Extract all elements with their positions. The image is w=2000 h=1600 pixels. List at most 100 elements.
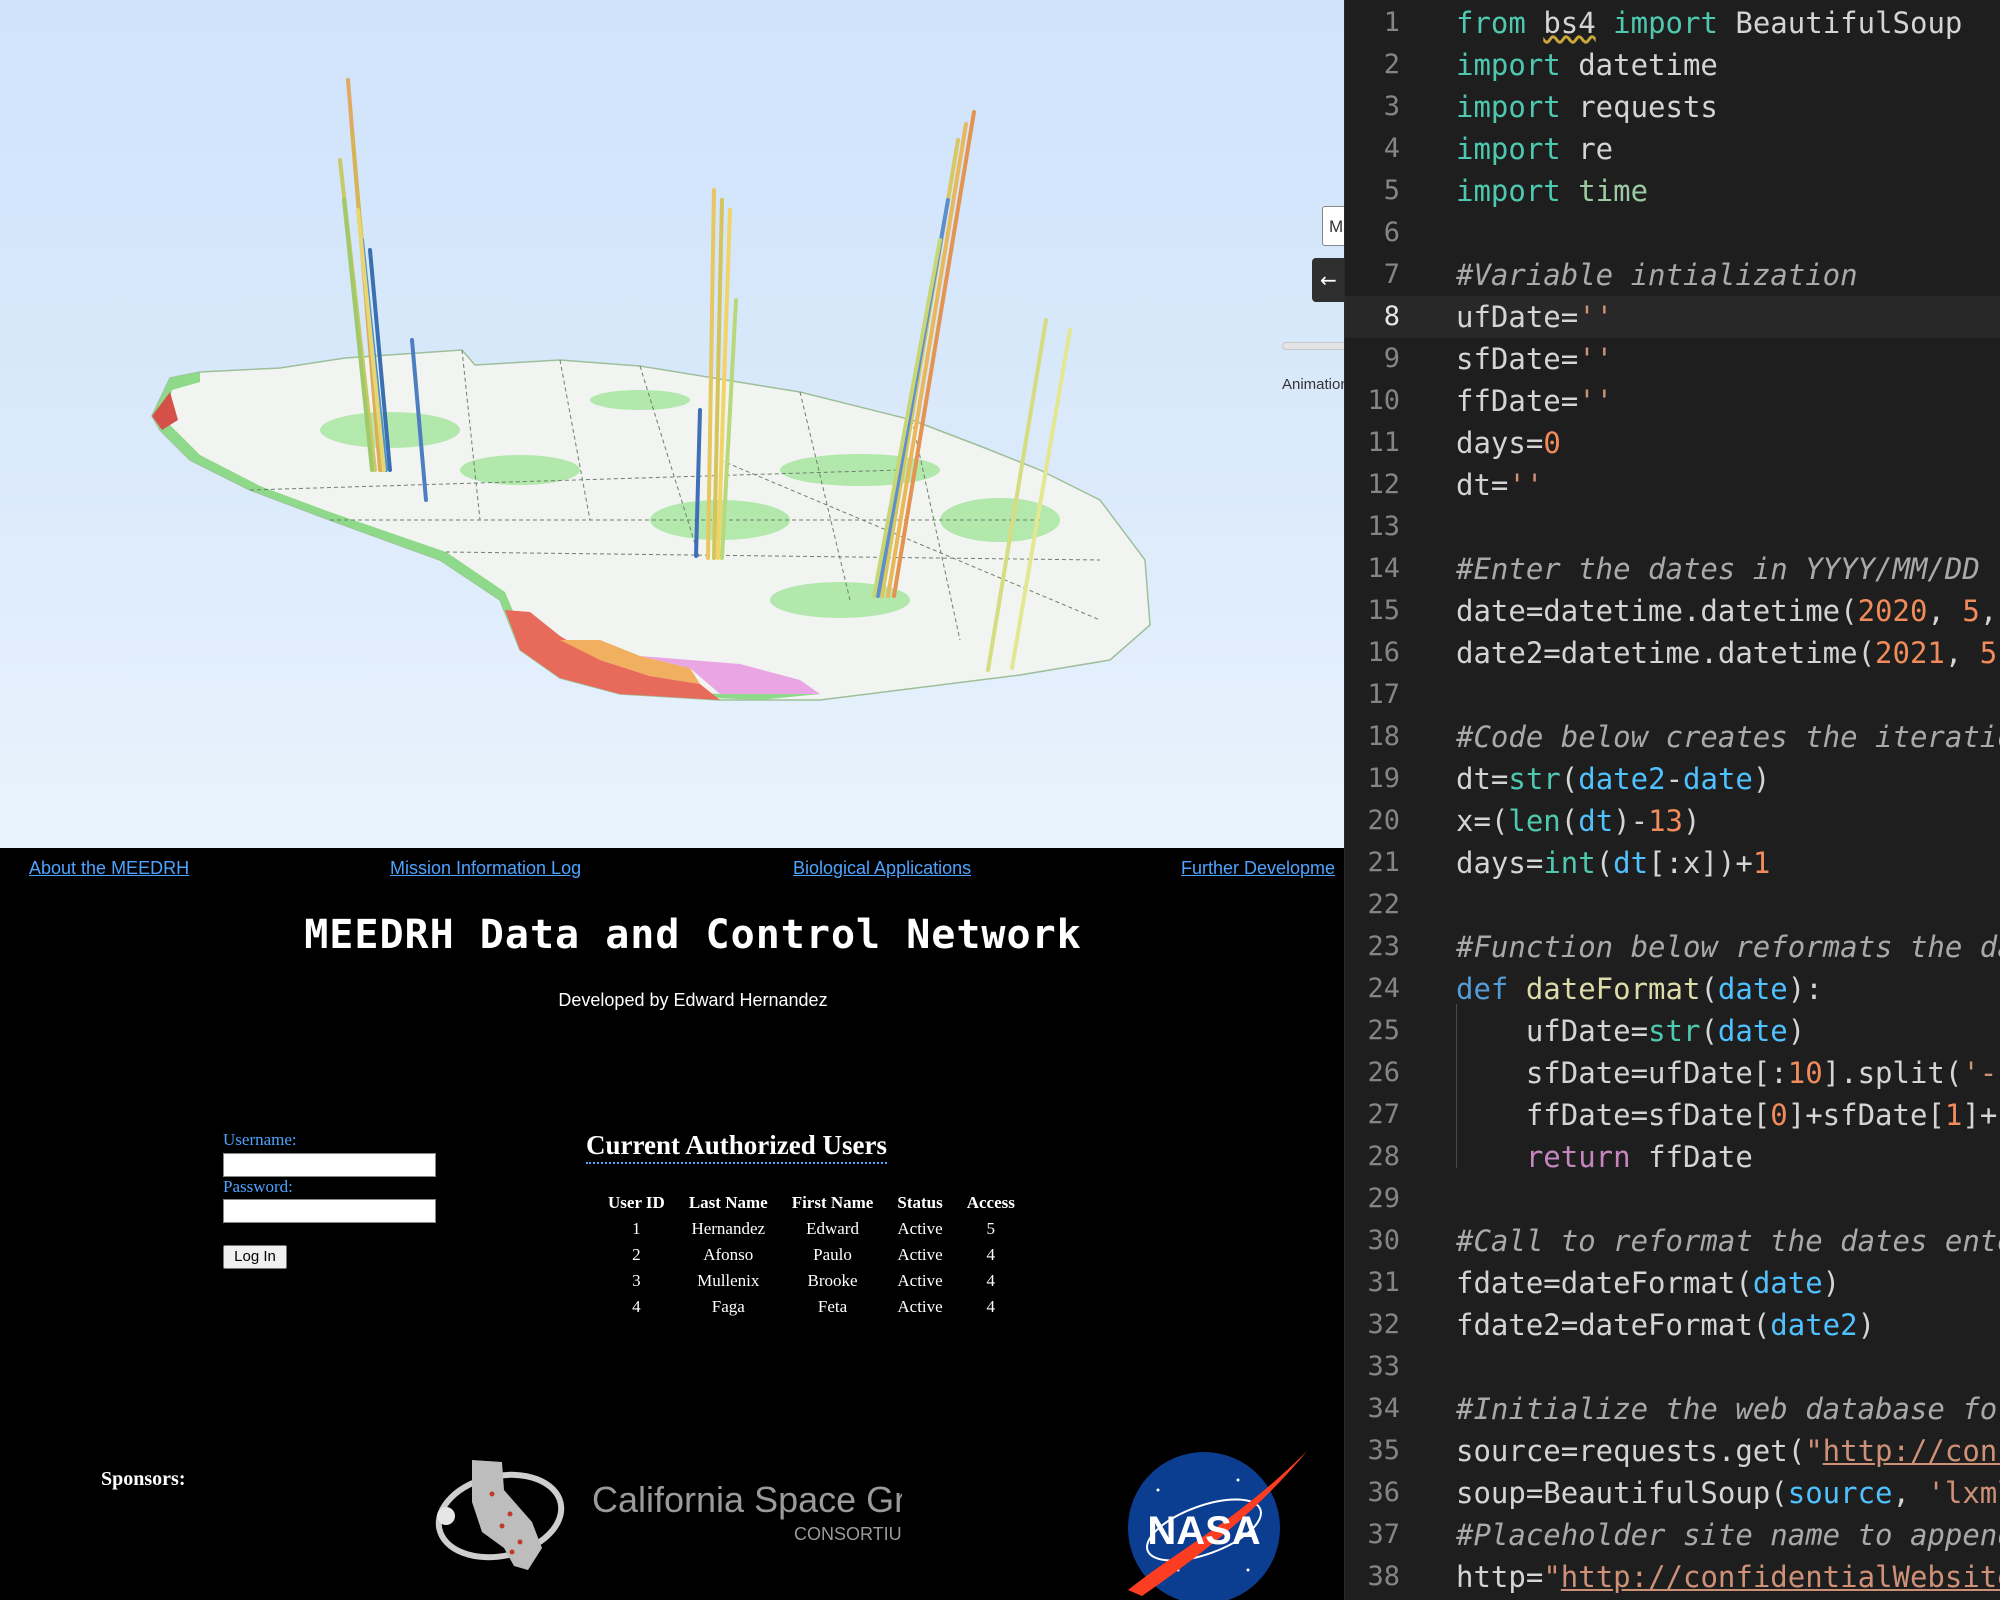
code-text[interactable]: import requests xyxy=(1456,86,1718,128)
code-text[interactable]: #Initialize the web database for xyxy=(1456,1388,2000,1430)
code-text[interactable]: ffDate=sfDate[0]+sfDate[1]+sf xyxy=(1456,1094,2000,1136)
code-line[interactable]: 10 ffDate='' xyxy=(1345,380,2000,422)
code-token: str xyxy=(1648,1014,1701,1048)
code-text[interactable]: def dateFormat(date): xyxy=(1456,968,1823,1010)
code-text[interactable]: x=(len(dt)-13) xyxy=(1456,800,1700,842)
code-text[interactable]: dt=str(date2-date) xyxy=(1456,758,1770,800)
code-line[interactable]: 31 fdate=dateFormat(date) xyxy=(1345,1262,2000,1304)
column-header: Status xyxy=(897,1193,943,1212)
code-line[interactable]: 37 #Placeholder site name to append xyxy=(1345,1514,2000,1556)
code-line[interactable]: 8 ufDate='' xyxy=(1345,296,2000,338)
code-line[interactable]: 24 def dateFormat(date): xyxy=(1345,968,2000,1010)
code-text[interactable]: #Placeholder site name to append xyxy=(1456,1514,2000,1556)
code-token: ]+sfDate[ xyxy=(1787,1098,1945,1132)
map-search-input[interactable]: M xyxy=(1322,206,1344,246)
code-line[interactable]: 5 import time xyxy=(1345,170,2000,212)
code-token: bs4 xyxy=(1543,6,1596,40)
code-line[interactable]: 21 days=int(dt[:x])+1 xyxy=(1345,842,2000,884)
code-token: 0 xyxy=(1770,1098,1788,1132)
code-line[interactable]: 32 fdate2=dateFormat(date2) xyxy=(1345,1304,2000,1346)
column-header: Last Name xyxy=(688,1193,768,1212)
table-row: 2 Afonso Paulo Active 4 xyxy=(596,1242,1027,1268)
code-token: date xyxy=(1683,762,1753,796)
code-line[interactable]: 9 sfDate='' xyxy=(1345,338,2000,380)
code-text[interactable]: days=int(dt[:x])+1 xyxy=(1456,842,1770,884)
code-text[interactable]: source=requests.get("http://confi xyxy=(1456,1430,2000,1472)
code-line[interactable]: 4 import re xyxy=(1345,128,2000,170)
code-text[interactable]: ffDate='' xyxy=(1456,380,1613,422)
code-token: ].split( xyxy=(1822,1056,1963,1090)
code-text[interactable]: return ffDate xyxy=(1456,1136,1753,1178)
table-cell: 4 xyxy=(986,1271,996,1290)
code-token: ( xyxy=(1560,762,1579,796)
animation-slider[interactable] xyxy=(1282,342,1344,350)
code-line[interactable]: 26 sfDate=ufDate[:10].split('-') xyxy=(1345,1052,2000,1094)
code-line[interactable]: 3 import requests xyxy=(1345,86,2000,128)
users-table-title: Current Authorized Users xyxy=(586,1130,887,1164)
code-text[interactable]: fdate=dateFormat(date) xyxy=(1456,1262,1840,1304)
nav-link-mission-log[interactable]: Mission Information Log xyxy=(390,858,581,879)
code-text[interactable]: #Variable intialization xyxy=(1456,254,1858,296)
line-number: 34 xyxy=(1367,1393,1400,1424)
code-line[interactable]: 25 ufDate=str(date) xyxy=(1345,1010,2000,1052)
code-text[interactable]: soup=BeautifulSoup(source, 'lxml xyxy=(1456,1472,2000,1514)
code-line[interactable]: 23 #Function below reformats the dat xyxy=(1345,926,2000,968)
map-back-button[interactable]: ← xyxy=(1312,258,1344,302)
code-line[interactable]: 34 #Initialize the web database for xyxy=(1345,1388,2000,1430)
code-line[interactable]: 2 import datetime xyxy=(1345,44,2000,86)
code-text[interactable]: days=0 xyxy=(1456,422,1561,464)
code-text[interactable]: #Code below creates the iteration xyxy=(1456,716,2000,758)
code-text[interactable]: date=datetime.datetime(2020, 5, 1 xyxy=(1456,590,2000,632)
code-line[interactable]: 16 date2=datetime.datetime(2021, 5, xyxy=(1345,632,2000,674)
code-text[interactable]: ufDate='' xyxy=(1456,296,1613,338)
code-text[interactable]: sfDate=ufDate[:10].split('-') xyxy=(1456,1052,2000,1094)
map-3d-view[interactable]: M ← Animation xyxy=(0,0,1344,848)
code-text[interactable]: sfDate='' xyxy=(1456,338,1613,380)
code-text[interactable]: dt='' xyxy=(1456,464,1543,506)
code-line[interactable]: 27 ffDate=sfDate[0]+sfDate[1]+sf xyxy=(1345,1094,2000,1136)
code-line[interactable]: 17 xyxy=(1345,674,2000,716)
code-line[interactable]: 1 from bs4 import BeautifulSoup xyxy=(1345,2,2000,44)
code-line[interactable]: 14 #Enter the dates in YYYY/MM/DD fo xyxy=(1345,548,2000,590)
code-line[interactable]: 29 xyxy=(1345,1178,2000,1220)
code-line[interactable]: 30 #Call to reformat the dates enter xyxy=(1345,1220,2000,1262)
code-text[interactable]: fdate2=dateFormat(date2) xyxy=(1456,1304,1875,1346)
table-cell: Brooke xyxy=(807,1271,858,1290)
code-line[interactable]: 13 xyxy=(1345,506,2000,548)
code-text[interactable]: import re xyxy=(1456,128,1613,170)
code-text[interactable]: import datetime xyxy=(1456,44,1718,86)
code-line[interactable]: 22 xyxy=(1345,884,2000,926)
code-line[interactable]: 18 #Code below creates the iteration xyxy=(1345,716,2000,758)
code-text[interactable]: #Enter the dates in YYYY/MM/DD fo xyxy=(1456,548,2000,590)
code-line[interactable]: 35 source=requests.get("http://confi xyxy=(1345,1430,2000,1472)
map-3d-scene[interactable] xyxy=(0,0,1344,848)
login-button[interactable]: Log In xyxy=(223,1245,287,1269)
code-text[interactable]: #Function below reformats the dat xyxy=(1456,926,2000,968)
code-text[interactable]: date2=datetime.datetime(2021, 5, xyxy=(1456,632,2000,674)
code-line[interactable]: 7 #Variable intialization xyxy=(1345,254,2000,296)
code-text[interactable]: import time xyxy=(1456,170,1648,212)
line-number: 38 xyxy=(1367,1561,1400,1592)
username-input[interactable] xyxy=(223,1153,436,1177)
code-line[interactable]: 38 http="http://confidentialWebsite xyxy=(1345,1556,2000,1598)
code-line[interactable]: 36 soup=BeautifulSoup(source, 'lxml xyxy=(1345,1472,2000,1514)
code-text[interactable]: ufDate=str(date) xyxy=(1456,1010,1805,1052)
code-line[interactable]: 12 dt='' xyxy=(1345,464,2000,506)
code-text[interactable]: #Call to reformat the dates enter xyxy=(1456,1220,2000,1262)
code-editor[interactable]: 1 from bs4 import BeautifulSoup 2 import da… xyxy=(1344,0,2000,1600)
password-input[interactable] xyxy=(223,1199,436,1223)
nav-link-about[interactable]: About the MEEDRH xyxy=(29,858,189,879)
code-token: days= xyxy=(1456,426,1544,460)
code-line[interactable]: 6 xyxy=(1345,212,2000,254)
code-line[interactable]: 20 x=(len(dt)-13) xyxy=(1345,800,2000,842)
nav-link-biological-applications[interactable]: Biological Applications xyxy=(793,858,971,879)
code-line[interactable]: 15 date=datetime.datetime(2020, 5, 1 xyxy=(1345,590,2000,632)
code-token: fdate2=dateFormat( xyxy=(1456,1308,1771,1342)
code-line[interactable]: 19 dt=str(date2-date) xyxy=(1345,758,2000,800)
code-line[interactable]: 33 xyxy=(1345,1346,2000,1388)
code-line[interactable]: 11 days=0 xyxy=(1345,422,2000,464)
code-text[interactable]: http="http://confidentialWebsite xyxy=(1456,1556,2000,1598)
nav-link-further-development[interactable]: Further Developme xyxy=(1181,858,1335,879)
code-text[interactable]: from bs4 import BeautifulSoup xyxy=(1456,2,1962,44)
code-line[interactable]: 28 return ffDate xyxy=(1345,1136,2000,1178)
